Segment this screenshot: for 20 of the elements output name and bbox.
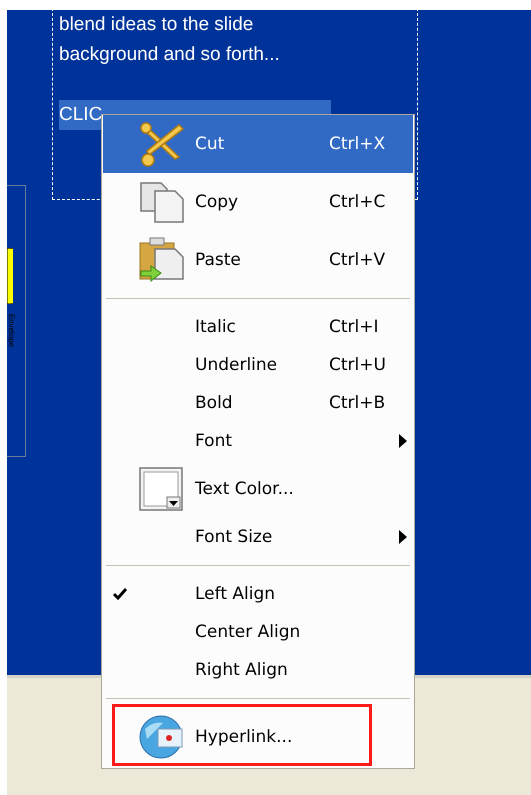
- menu-item[interactable]: Paste Ctrl+V: [103, 231, 413, 289]
- menu-item[interactable]: Font Size: [103, 518, 413, 556]
- copy-icon: [139, 181, 185, 223]
- side-label: Envelope: [7, 314, 16, 348]
- menu-item[interactable]: Underline Ctrl+U: [103, 346, 413, 384]
- menu-item[interactable]: Right Align: [103, 651, 413, 689]
- menu-item[interactable]: Center Align: [103, 613, 413, 651]
- menu-item[interactable]: Left Align: [103, 575, 413, 613]
- menu-item[interactable]: Bold Ctrl+B: [103, 384, 413, 422]
- menu-item[interactable]: Italic Ctrl+I: [103, 308, 413, 346]
- scissors-icon: [139, 121, 185, 167]
- color-swatch-icon: [139, 467, 183, 511]
- slide-text: background and so forth...: [59, 43, 281, 67]
- menu-item[interactable]: Text Color...: [103, 460, 413, 518]
- globe-link-icon: [139, 715, 183, 759]
- menu-item[interactable]: Cut Ctrl+X: [103, 115, 413, 173]
- menu-item[interactable]: Hyperlink...: [103, 708, 413, 766]
- slide-text: blend ideas to the slide: [59, 13, 254, 37]
- paste-icon: [139, 237, 185, 283]
- menu-item[interactable]: Font: [103, 422, 413, 460]
